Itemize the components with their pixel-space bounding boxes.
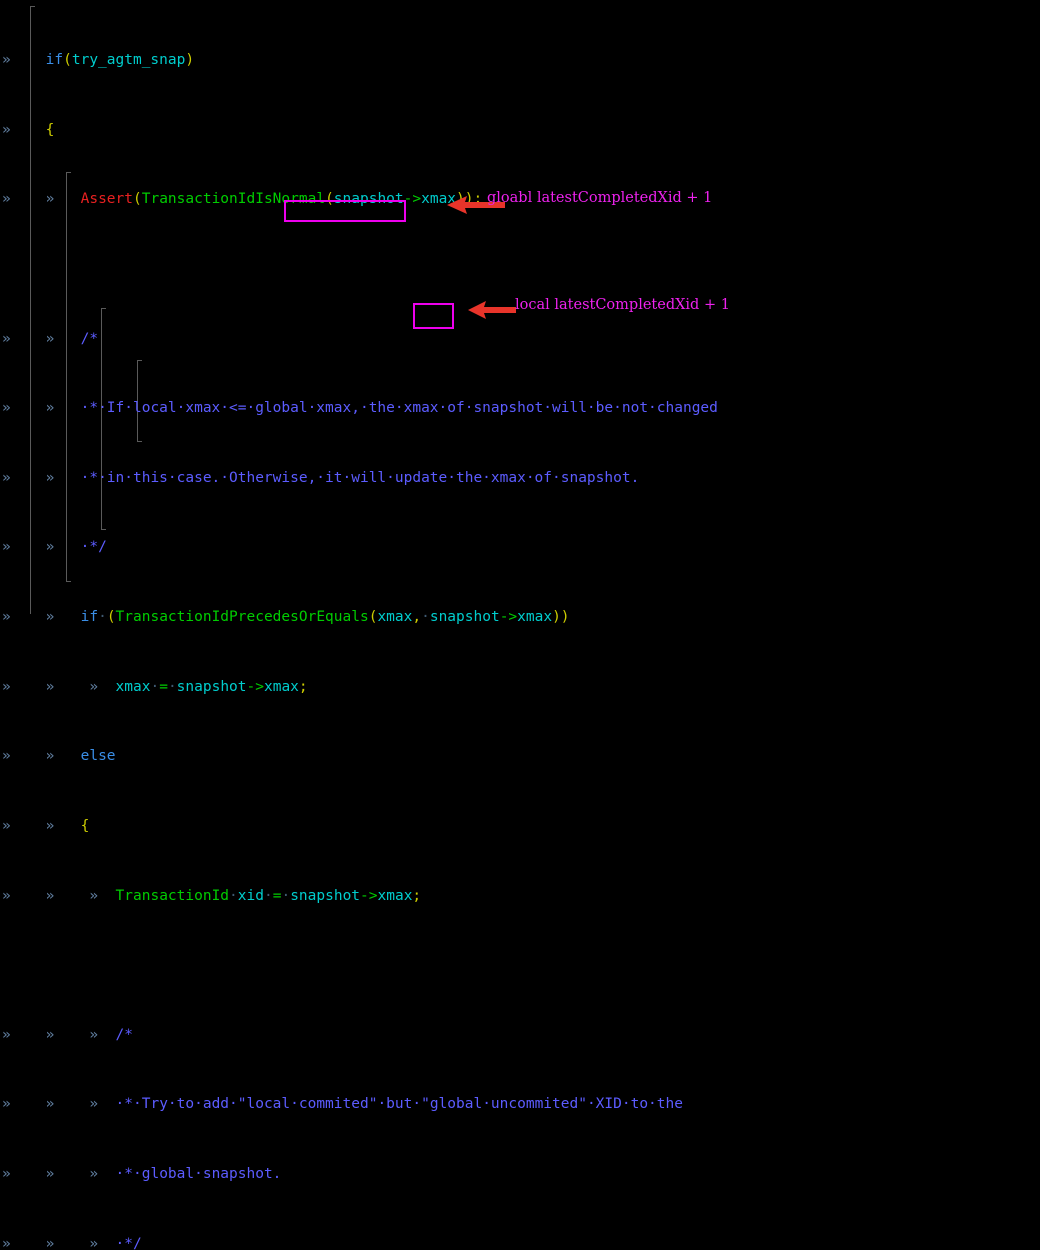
code-line[interactable]: » » ·*/ bbox=[0, 539, 1040, 556]
annotation-label-global: gloabl latestCompletedXid + 1 bbox=[487, 190, 712, 206]
code-line[interactable]: » » » ·*·global·snapshot. bbox=[0, 1166, 1040, 1183]
code-line[interactable]: » » else bbox=[0, 748, 1040, 765]
code-line[interactable]: » » /* bbox=[0, 331, 1040, 348]
code-line[interactable]: » » » TransactionId·xid·=·snapshot->xmax… bbox=[0, 888, 1040, 905]
code-line[interactable]: » » if·(TransactionIdPrecedesOrEquals(xm… bbox=[0, 609, 1040, 626]
code-line[interactable]: » » { bbox=[0, 818, 1040, 835]
code-line[interactable]: » » » /* bbox=[0, 1027, 1040, 1044]
code-line[interactable]: » » » xmax·=·snapshot->xmax; bbox=[0, 679, 1040, 696]
code-line[interactable]: » » » ·*·Try·to·add·"local·commited"·but… bbox=[0, 1096, 1040, 1113]
code-line[interactable]: » { bbox=[0, 122, 1040, 139]
code-line[interactable]: » » ·*·in·this·case.·Otherwise,·it·will·… bbox=[0, 470, 1040, 487]
code-line bbox=[0, 261, 1040, 278]
code-line[interactable]: » if(try_agtm_snap) bbox=[0, 52, 1040, 69]
annotation-label-local: local latestCompletedXid + 1 bbox=[515, 297, 730, 313]
code-line[interactable]: » » » ·*/ bbox=[0, 1236, 1040, 1250]
code-line[interactable]: » » ·*·If·local·xmax·<=·global·xmax,·the… bbox=[0, 400, 1040, 417]
code-line bbox=[0, 957, 1040, 974]
code-editor[interactable]: » if(try_agtm_snap) » { » » Assert(Trans… bbox=[0, 0, 1040, 625]
